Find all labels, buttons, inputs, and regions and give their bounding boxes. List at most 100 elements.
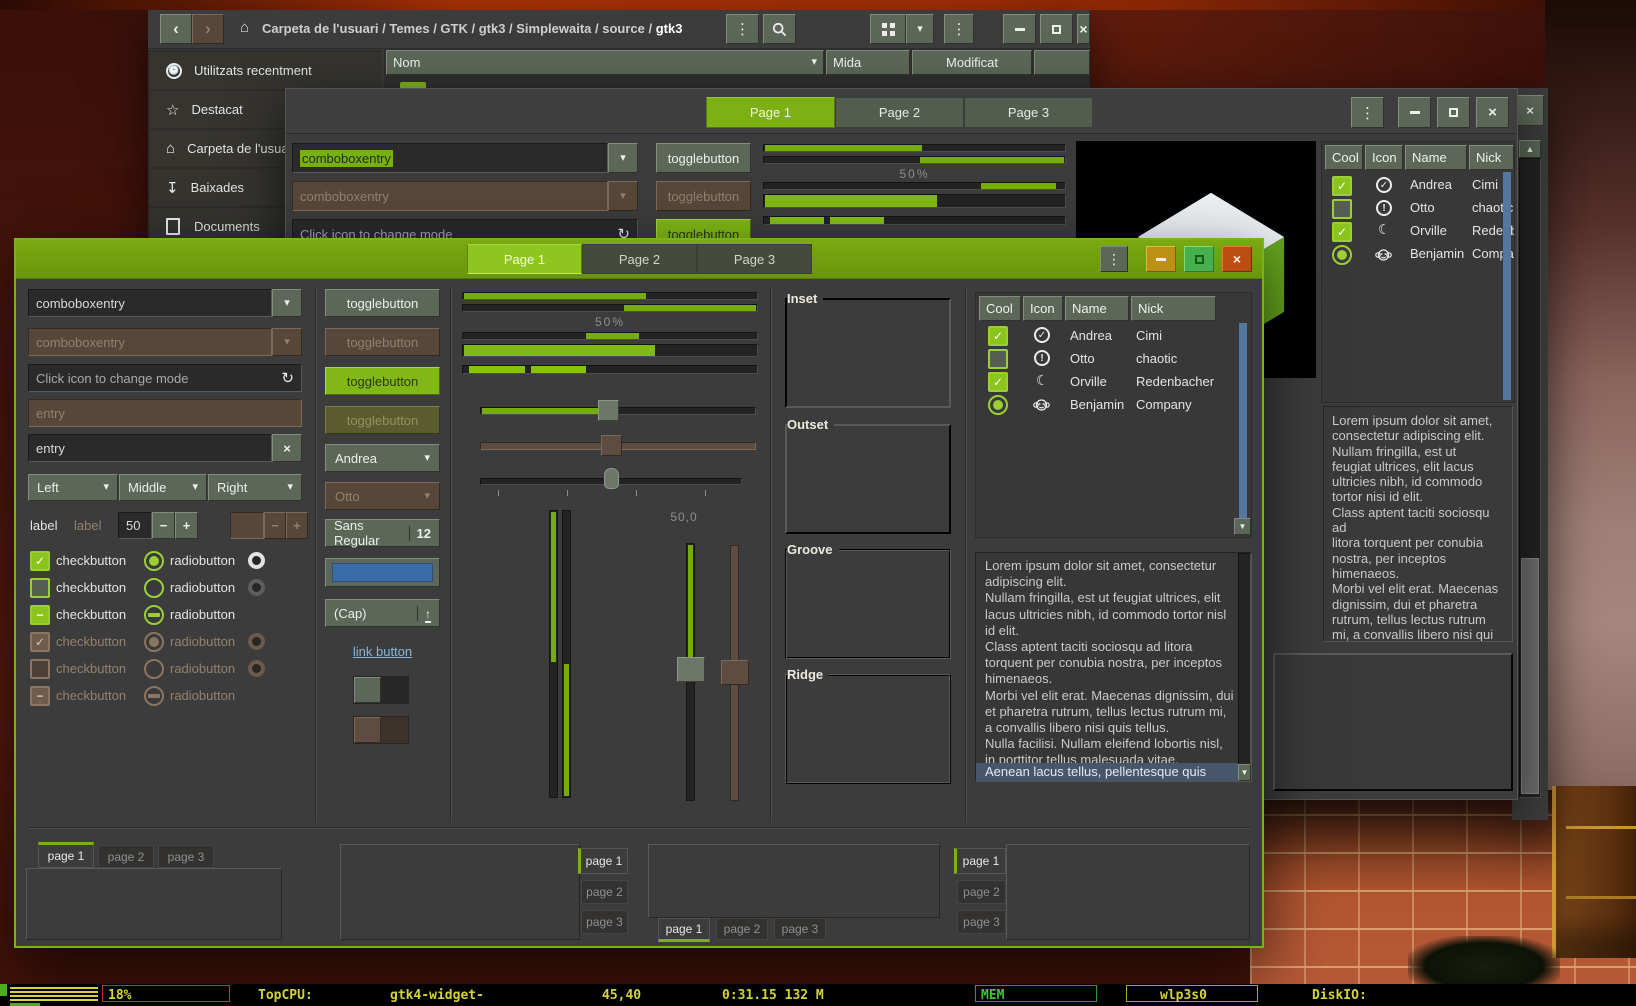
table-row[interactable]: ✓ ☾ Orville Redenbacher xyxy=(1322,221,1514,243)
gtk3-minimize-button[interactable] xyxy=(1398,97,1431,128)
radiobutton-unselected[interactable] xyxy=(144,578,164,598)
checkbutton-unchecked[interactable]: ✓ xyxy=(30,578,50,598)
vertical-scale-handle[interactable] xyxy=(677,657,705,682)
gtk4-combo-middle[interactable]: Middle▾ xyxy=(119,474,207,501)
gtk3-comboboxentry[interactable]: comboboxentry xyxy=(292,143,608,173)
gtk4-comboboxentry-arrow[interactable]: ▾ xyxy=(272,289,302,317)
gtk4-combo-right[interactable]: Right▾ xyxy=(208,474,302,501)
gtk3-col-name[interactable]: Name xyxy=(1405,145,1467,170)
checkbutton-indeterminate[interactable]: − xyxy=(30,605,50,625)
search-button[interactable] xyxy=(763,14,796,44)
radiobutton-indeterminate[interactable] xyxy=(144,605,164,625)
back-button[interactable]: ‹ xyxy=(160,14,192,44)
radio-indicator-off[interactable] xyxy=(248,579,265,596)
gtk4-maximize-button[interactable] xyxy=(1184,246,1214,272)
gtk4-menu-button[interactable]: ⋮ xyxy=(1100,246,1128,272)
gtk4-combo-left[interactable]: Left▾ xyxy=(28,474,118,501)
view-grid-button[interactable] xyxy=(870,14,906,44)
notebook2-tab-page1[interactable]: page 1 xyxy=(578,848,628,874)
column-header-modified[interactable]: Modificat xyxy=(912,50,1032,75)
gtk4-togglebutton-normal[interactable]: togglebutton xyxy=(325,289,440,317)
scale-marks-handle[interactable] xyxy=(604,468,619,489)
gtk4-spin-minus[interactable]: − xyxy=(152,512,175,539)
row-radio-selected[interactable] xyxy=(1332,245,1352,265)
table-scrollbar[interactable] xyxy=(1239,323,1247,535)
forward-button[interactable]: › xyxy=(192,14,224,44)
gtk4-close-button[interactable]: × xyxy=(1222,246,1252,272)
menu-button[interactable]: ⋮ xyxy=(726,14,759,44)
table-row[interactable]: ✓ ! Otto chaotic xyxy=(976,348,1252,371)
gtk4-col-name[interactable]: Name xyxy=(1065,296,1129,321)
notebook4-tab-page1[interactable]: page 1 xyxy=(954,848,1006,874)
gtk3-col-cool[interactable]: Cool xyxy=(1325,145,1363,170)
gtk4-tab-page1[interactable]: Page 1 xyxy=(467,244,582,274)
gtk4-togglebutton-active[interactable]: togglebutton xyxy=(325,367,440,395)
notebook2-tab-page3[interactable]: page 3 xyxy=(581,910,628,934)
gtk4-col-nick[interactable]: Nick xyxy=(1131,296,1216,321)
row-checkbox-unchecked[interactable]: ✓ xyxy=(1332,199,1352,219)
refresh-icon[interactable]: ↻ xyxy=(281,369,294,387)
close-button[interactable]: × xyxy=(1077,14,1090,44)
gtk4-textview[interactable]: Lorem ipsum dolor sit amet, consectetur … xyxy=(975,552,1252,782)
row-checkbox-checked[interactable]: ✓ xyxy=(1332,222,1352,242)
notebook3-tab-page3[interactable]: page 3 xyxy=(774,918,826,940)
checkbutton-checked[interactable]: ✓ xyxy=(30,551,50,571)
notebook3-tab-page2[interactable]: page 2 xyxy=(716,918,768,940)
gtk4-entry-clear-button[interactable]: × xyxy=(272,434,302,462)
gtk4-comboboxentry[interactable]: comboboxentry xyxy=(28,289,272,317)
column-header-size[interactable]: Mida xyxy=(826,50,910,75)
sliver-close-button[interactable]: × xyxy=(1516,95,1544,126)
breadcrumb[interactable]: Carpeta de l'usuari / Temes / GTK / gtk3… xyxy=(262,21,682,36)
notebook1-tab-page3[interactable]: page 3 xyxy=(158,845,214,868)
column-header-name[interactable]: Nom ▾ xyxy=(386,50,824,75)
table-row[interactable]: ✓ ✓ Andrea Cimi xyxy=(1322,175,1514,197)
gtk4-link-button[interactable]: link button xyxy=(325,644,440,659)
row-checkbox-checked[interactable]: ✓ xyxy=(1332,176,1352,196)
table-row[interactable]: Benjamin Company xyxy=(1322,244,1514,266)
gtk4-file-chooser-button[interactable]: (Cap) ↑ xyxy=(325,599,440,627)
gtk4-col-cool[interactable]: Cool xyxy=(979,296,1021,321)
notebook1-tab-page2[interactable]: page 2 xyxy=(98,845,154,868)
radio-indicator-on[interactable] xyxy=(248,552,265,569)
gtk3-tab-page1[interactable]: Page 1 xyxy=(706,97,835,128)
scale-handle[interactable] xyxy=(598,400,619,421)
gtk4-tab-page3[interactable]: Page 3 xyxy=(697,244,812,274)
table-row[interactable]: ✓ ☾ Orville Redenbacher xyxy=(976,371,1252,394)
gtk4-color-button[interactable] xyxy=(325,558,440,587)
notebook4-tab-page2[interactable]: page 2 xyxy=(957,880,1006,904)
gtk4-name-combobox[interactable]: Andrea▾ xyxy=(325,444,440,472)
notebook3-tab-page1[interactable]: page 1 xyxy=(658,918,710,942)
sliver-scrollbar-thumb[interactable] xyxy=(1521,558,1539,794)
gtk3-comboboxentry-arrow[interactable]: ▾ xyxy=(608,143,638,173)
gtk4-spin-plus[interactable]: + xyxy=(175,512,198,539)
gtk4-tab-page2[interactable]: Page 2 xyxy=(582,244,697,274)
breadcrumb-current[interactable]: gtk3 xyxy=(656,21,683,36)
gtk4-spin-value[interactable]: 50 xyxy=(118,512,152,539)
gtk3-col-icon[interactable]: Icon xyxy=(1365,145,1403,170)
minimize-button[interactable] xyxy=(1003,14,1036,44)
gtk3-maximize-button[interactable] xyxy=(1437,97,1470,128)
radiobutton-selected[interactable] xyxy=(144,551,164,571)
notebook1-tab-page1[interactable]: page 1 xyxy=(38,842,94,868)
gtk4-icon-entry[interactable]: Click icon to change mode ↻ xyxy=(28,364,302,392)
table-row[interactable]: ✓ ! Otto chaotic xyxy=(1322,198,1514,220)
sidebar-item-recent[interactable]: 🕑 Utilitzats recentment xyxy=(150,52,382,89)
gtk3-togglebutton-1[interactable]: togglebutton xyxy=(656,143,751,173)
gtk3-menu-button[interactable]: ⋮ xyxy=(1351,97,1384,128)
gtk4-switch[interactable] xyxy=(353,676,409,704)
view-options-button[interactable]: ▾ xyxy=(906,14,934,44)
gtk3-tab-page3[interactable]: Page 3 xyxy=(964,97,1093,128)
table-scroll-down-button[interactable]: ▼ xyxy=(1234,518,1251,535)
notebook4-tab-page3[interactable]: page 3 xyxy=(957,910,1006,934)
gtk3-textview[interactable]: Lorem ipsum dolor sit amet, consectetur … xyxy=(1323,406,1513,642)
table-row[interactable]: Benjamin Company xyxy=(976,394,1252,417)
maximize-button[interactable] xyxy=(1040,14,1073,44)
row-checkbox-checked[interactable]: ✓ xyxy=(988,326,1008,346)
textview-scroll-down-button[interactable]: ▼ xyxy=(1238,764,1251,781)
notebook2-tab-page2[interactable]: page 2 xyxy=(581,880,628,904)
row-checkbox-checked[interactable]: ✓ xyxy=(988,372,1008,392)
gtk4-col-icon[interactable]: Icon xyxy=(1023,296,1063,321)
gtk4-font-button[interactable]: Sans Regular 12 xyxy=(325,519,440,547)
breadcrumb-path[interactable]: Carpeta de l'usuari / Temes / GTK / gtk3… xyxy=(262,21,652,36)
sliver-scroll-up-button[interactable]: ▲ xyxy=(1519,140,1541,158)
